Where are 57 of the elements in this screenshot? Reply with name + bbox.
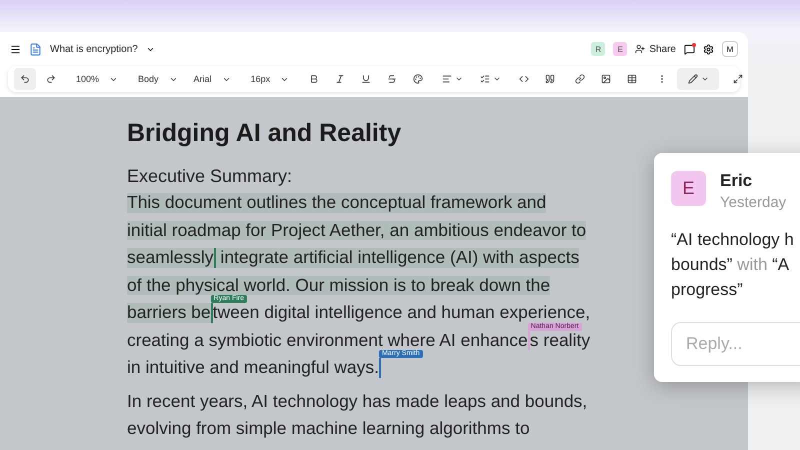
expand-icon xyxy=(733,74,744,84)
toolbar-dropdown[interactable]: 16px xyxy=(244,68,296,90)
collaborator-avatar[interactable]: E xyxy=(613,42,628,56)
table-icon xyxy=(627,74,638,84)
collaborator-avatar[interactable]: R xyxy=(591,42,606,56)
pencil-button[interactable] xyxy=(677,68,720,90)
document-icon xyxy=(29,42,42,56)
highlighted-text: integrate artificial intelligence (AI) with aspects xyxy=(216,248,580,268)
italic-icon xyxy=(335,74,346,84)
comment-quote: progress” xyxy=(671,280,743,299)
image-icon xyxy=(601,74,612,84)
comment-quote: bounds” xyxy=(671,255,732,274)
highlighted-text: initial roadmap for Project Aether, an ambitious endeavor to xyxy=(127,220,586,240)
toolbar-dropdown[interactable]: 100% xyxy=(70,68,124,90)
palette-icon xyxy=(413,74,424,84)
pencil-icon xyxy=(688,74,698,84)
paragraph-text: s reality xyxy=(530,330,590,350)
author-avatar: E xyxy=(671,171,706,206)
strikethrough-icon xyxy=(387,74,398,84)
undo-button[interactable] xyxy=(14,68,36,90)
redo-icon xyxy=(46,74,56,84)
bold-icon xyxy=(309,74,320,84)
comment-quote: “A xyxy=(772,255,790,274)
paragraph-text: In recent years, AI technology has made leaps and bounds, evolving from simple machine learning algorithms to xyxy=(127,390,588,440)
checklist-icon xyxy=(480,74,490,84)
link-icon xyxy=(575,74,586,84)
code-icon xyxy=(519,74,530,84)
highlighted-text: This document outlines the conceptual framework and xyxy=(127,193,546,212)
document-title[interactable]: What is encryption? xyxy=(50,44,138,54)
menu-icon[interactable] xyxy=(10,44,21,54)
quote-icon xyxy=(545,74,556,84)
toolbar-dropdown[interactable]: Arial xyxy=(188,68,237,90)
comment-quote: “AI technology h xyxy=(671,230,794,249)
paragraph-text: tween digital intelligence and human experience, xyxy=(212,303,590,322)
caret-icon xyxy=(454,75,463,83)
share-button[interactable]: Share xyxy=(635,44,676,54)
comment-time: Yesterday xyxy=(720,194,786,211)
underline-icon xyxy=(361,74,372,84)
caret-icon xyxy=(700,75,709,83)
highlighted-text: barriers be xyxy=(127,303,211,322)
caret-icon xyxy=(492,75,501,83)
highlighted-text: seamlessly xyxy=(127,248,214,268)
comments-icon[interactable] xyxy=(684,44,695,54)
comment-author: Eric xyxy=(720,171,754,191)
account-avatar[interactable]: M xyxy=(722,41,738,57)
toolbar-dropdown[interactable]: Body xyxy=(132,68,184,90)
highlighted-text: of the physical world. Our mission is to break down the xyxy=(127,276,550,295)
paragraph-text: creating a symbiotic environment where AI enhance xyxy=(127,330,528,350)
paragraph-text: in intuitive and meaningful ways. xyxy=(127,358,379,378)
document-heading: Bridging AI and Reality xyxy=(127,119,402,148)
reply-field[interactable]: Reply... xyxy=(671,322,800,366)
add-person-icon xyxy=(635,44,646,54)
undo-icon xyxy=(20,74,30,84)
comment-connector: with xyxy=(736,255,768,274)
align-left-icon xyxy=(442,74,452,84)
settings-icon[interactable] xyxy=(703,44,714,54)
section-heading: Executive Summary: xyxy=(127,166,292,187)
